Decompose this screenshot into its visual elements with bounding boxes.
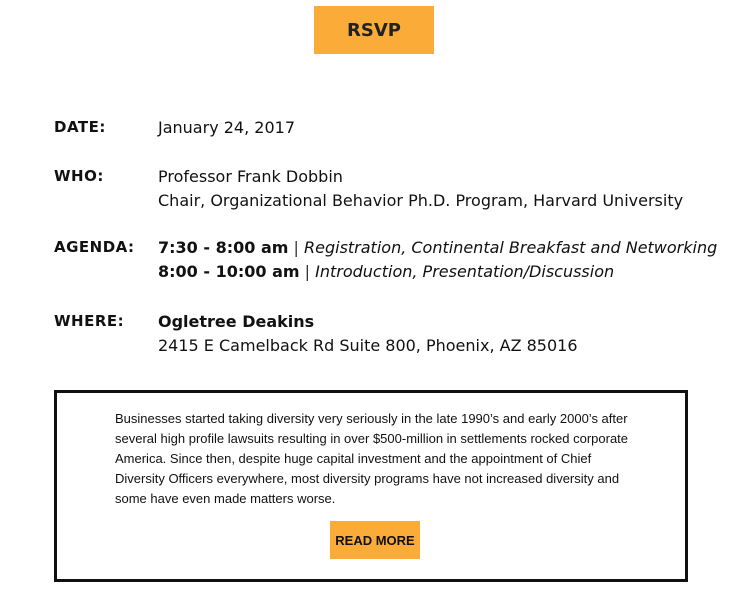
- who-label: WHO:: [54, 167, 104, 185]
- venue-name: Ogletree Deakins: [158, 312, 315, 331]
- agenda-time: 8:00 - 10:00 am: [158, 262, 300, 281]
- date-value: January 24, 2017: [158, 118, 295, 137]
- rsvp-button[interactable]: RSVP: [314, 6, 434, 54]
- speaker-title: Chair, Organizational Behavior Ph.D. Pro…: [158, 191, 684, 210]
- summary-text: Businesses started taking diversity very…: [115, 411, 629, 506]
- agenda-separator: |: [293, 238, 299, 257]
- agenda-description: Registration, Continental Breakfast and …: [304, 238, 718, 257]
- read-more-button[interactable]: READ MORE: [330, 521, 420, 559]
- agenda-label: AGENDA:: [54, 238, 135, 256]
- summary-box: Businesses started taking diversity very…: [54, 390, 688, 582]
- agenda-separator: |: [304, 262, 311, 281]
- date-label: DATE:: [54, 118, 106, 136]
- agenda-item: 7:30 - 8:00 am | Registration, Continent…: [158, 236, 718, 260]
- venue-address: 2415 E Camelback Rd Suite 800, Phoenix, …: [158, 336, 578, 355]
- speaker-name: Professor Frank Dobbin: [158, 167, 343, 186]
- agenda-item: 8:00 - 10:00 am | Introduction, Presenta…: [158, 260, 718, 284]
- agenda-description: Introduction, Presentation/Discussion: [315, 262, 615, 281]
- agenda-time: 7:30 - 8:00 am: [158, 238, 289, 257]
- where-label: WHERE:: [54, 312, 125, 330]
